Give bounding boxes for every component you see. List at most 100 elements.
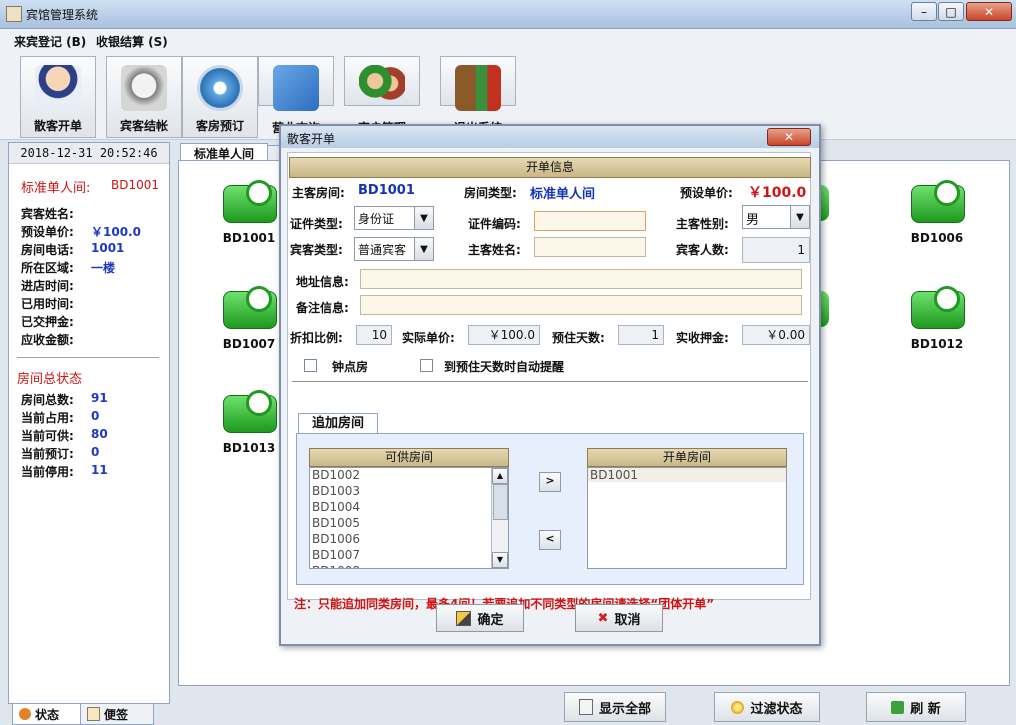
room-tile[interactable]: BD1012 xyxy=(907,286,967,351)
dialog-body: 开单信息 主客房间: BD1001 房间类型: 标准单人间 预设单价: ￥100… xyxy=(287,152,811,611)
list-item[interactable]: BD1008 xyxy=(312,564,360,568)
compass-icon xyxy=(197,65,243,111)
available-rooms-list[interactable]: BD1002 BD1003 BD1004 BD1005 BD1006 BD1007 BD10… xyxy=(309,467,509,569)
address-label: 地址信息: xyxy=(296,275,349,289)
address-input[interactable] xyxy=(360,269,802,289)
status-value: 0 xyxy=(91,445,100,459)
status-value: 91 xyxy=(91,391,108,405)
guest-name-input[interactable] xyxy=(534,237,646,257)
hourly-room-label: 钟点房 xyxy=(332,360,369,374)
remove-room-button[interactable]: < xyxy=(539,530,561,550)
room-number-value: BD1001 xyxy=(111,178,160,192)
maximize-icon: □ xyxy=(945,4,957,19)
room-booking-button[interactable]: 客房预订 xyxy=(182,56,258,138)
room-tile[interactable]: BD1013 xyxy=(219,390,279,455)
id-no-label: 证件编码: xyxy=(468,217,521,231)
days-input[interactable]: 1 xyxy=(618,325,664,345)
customers-icon xyxy=(359,65,405,111)
add-room-button[interactable]: > xyxy=(539,472,561,492)
actual-price-input[interactable]: ￥100.0 xyxy=(468,325,540,345)
exit-system-button[interactable]: 退出系统 xyxy=(440,56,516,135)
room-available-icon xyxy=(223,286,277,329)
detail-label: 已交押金: xyxy=(21,315,74,329)
dialog-close-button[interactable]: ✕ xyxy=(767,128,811,146)
list-item[interactable]: BD1007 xyxy=(312,548,360,562)
scroll-up-icon[interactable]: ▲ xyxy=(492,468,508,484)
room-type-value: 标准单人间 xyxy=(530,187,596,202)
scroll-thumb[interactable] xyxy=(493,484,508,520)
document-icon xyxy=(578,699,593,715)
status-label: 当前可供: xyxy=(21,429,74,443)
customer-management-button[interactable]: 客户管理 xyxy=(344,56,420,135)
room-tile[interactable]: BD1006 xyxy=(907,180,967,245)
preset-price-value: ￥100.0 xyxy=(748,185,807,201)
menu-guest-register[interactable]: 来宾登记 (B) xyxy=(14,33,86,50)
discount-input[interactable]: 10 xyxy=(356,325,392,345)
remark-input[interactable] xyxy=(360,295,802,315)
note-icon xyxy=(87,707,100,721)
status-value: 80 xyxy=(91,427,108,441)
room-tile[interactable]: BD1001 xyxy=(219,180,279,245)
room-tile[interactable]: BD1007 xyxy=(219,286,279,351)
id-type-select[interactable]: 身份证 ▼ xyxy=(354,206,434,230)
close-icon: ✕ xyxy=(783,130,795,144)
deposit-label: 实收押金: xyxy=(676,331,729,345)
detail-value: ￥100.0 xyxy=(91,225,141,239)
add-room-panel: 可供房间 BD1002 BD1003 BD1004 BD1005 BD1006 BD100… xyxy=(296,433,804,585)
window-title: 宾馆管理系统 xyxy=(26,8,99,22)
scroll-down-icon[interactable]: ▼ xyxy=(492,552,508,568)
discount-label: 折扣比例: xyxy=(290,331,343,345)
filter-status-button[interactable]: 过滤状态 xyxy=(714,692,820,722)
guest-checkout-button[interactable]: 宾客结帐 xyxy=(106,56,182,138)
list-item[interactable]: BD1002 xyxy=(312,468,360,482)
status-value: 11 xyxy=(91,463,108,477)
list-item[interactable]: BD1003 xyxy=(312,484,360,498)
ok-button[interactable]: 确定 xyxy=(436,604,524,632)
preset-price-label: 预设单价: xyxy=(680,186,733,200)
scrollbar[interactable]: ▲ ▼ xyxy=(491,468,508,568)
list-item[interactable]: BD1001 xyxy=(588,468,786,482)
detail-label: 预设单价: xyxy=(21,225,74,239)
auto-remind-checkbox[interactable] xyxy=(420,359,433,372)
gender-select[interactable]: 男 ▼ xyxy=(742,205,810,229)
list-item[interactable]: BD1006 xyxy=(312,532,360,546)
show-all-button[interactable]: 显示全部 xyxy=(564,692,666,722)
list-item[interactable]: BD1005 xyxy=(312,516,360,530)
guest-icon xyxy=(35,65,81,111)
detail-label: 进店时间: xyxy=(21,279,74,293)
room-status-title: 房间总状态 xyxy=(17,372,83,387)
exit-door-icon xyxy=(455,65,501,111)
walk-in-dialog: 散客开单 ✕ 开单信息 主客房间: BD1001 房间类型: 标准单人间 预设单… xyxy=(279,124,821,646)
guest-type-select[interactable]: 普通宾客 ▼ xyxy=(354,237,434,261)
days-label: 预住天数: xyxy=(552,331,605,345)
tab-add-room[interactable]: 追加房间 xyxy=(298,413,378,434)
guest-count-input[interactable]: 1 xyxy=(742,237,810,263)
menu-cashier[interactable]: 收银结算 (S) xyxy=(96,33,168,50)
chevron-down-icon: ▼ xyxy=(790,206,809,228)
maximize-button[interactable]: □ xyxy=(938,2,964,21)
minimize-button[interactable]: – xyxy=(911,2,937,21)
guest-type-label: 宾客类型: xyxy=(290,243,343,257)
business-query-button[interactable]: 营业查询 xyxy=(258,56,334,135)
walk-in-checkin-button[interactable]: 散客开单 xyxy=(20,56,96,138)
cancel-button[interactable]: ✖ 取消 xyxy=(575,604,663,632)
hourly-room-checkbox[interactable] xyxy=(304,359,317,372)
refresh-icon xyxy=(891,700,905,714)
deposit-input[interactable]: ￥0.00 xyxy=(742,325,810,345)
pencil-icon xyxy=(456,610,472,626)
tab-status[interactable]: 状态 xyxy=(12,703,84,725)
guest-count-label: 宾客人数: xyxy=(676,243,729,257)
app-icon xyxy=(6,6,22,22)
status-icon xyxy=(19,708,31,720)
selected-rooms-list[interactable]: BD1001 xyxy=(587,467,787,569)
minimize-icon: – xyxy=(921,4,927,19)
close-button[interactable]: ✕ xyxy=(966,2,1012,21)
refresh-button[interactable]: 刷 新 xyxy=(866,692,966,722)
id-no-input[interactable] xyxy=(534,211,646,231)
selected-rooms-header: 开单房间 xyxy=(587,448,787,467)
status-label: 当前占用: xyxy=(21,411,74,425)
list-item[interactable]: BD1004 xyxy=(312,500,360,514)
checkout-icon xyxy=(121,65,167,111)
tab-notes[interactable]: 便签 xyxy=(80,703,154,725)
dialog-title-bar: 散客开单 ✕ xyxy=(281,126,819,148)
